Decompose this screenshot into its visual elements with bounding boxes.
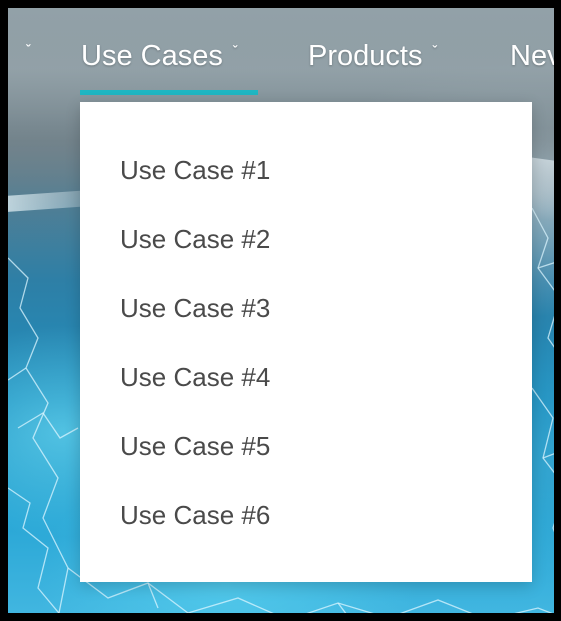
dropdown-item-use-case-5[interactable]: Use Case #5 xyxy=(120,426,270,466)
nav-item-products[interactable]: Products ˇ xyxy=(308,34,437,78)
dropdown-item-use-case-2[interactable]: Use Case #2 xyxy=(120,219,270,259)
nav-item-label: Use Cases xyxy=(81,39,223,72)
nav-item-label: Products xyxy=(308,39,423,72)
chevron-down-icon: ˇ xyxy=(232,42,238,58)
dropdown-item-use-case-6[interactable]: Use Case #6 xyxy=(120,495,270,535)
screenshot-frame: ˇ Use Cases ˇ Products ˇ Nev Use Case #1… xyxy=(0,0,561,621)
nav-item-label: Nev xyxy=(510,39,561,72)
use-cases-dropdown-menu: Use Case #1 Use Case #2 Use Case #3 Use … xyxy=(80,102,532,582)
active-tab-indicator xyxy=(80,90,258,95)
dropdown-item-use-case-3[interactable]: Use Case #3 xyxy=(120,288,270,328)
dropdown-item-use-case-1[interactable]: Use Case #1 xyxy=(120,150,270,190)
nav-item-use-cases[interactable]: Use Cases ˇ xyxy=(81,34,237,78)
nav-item-news[interactable]: Nev xyxy=(510,34,561,78)
chevron-down-icon[interactable]: ˇ xyxy=(26,42,30,57)
dropdown-item-use-case-4[interactable]: Use Case #4 xyxy=(120,357,270,397)
chevron-down-icon: ˇ xyxy=(432,42,437,58)
top-navigation: ˇ Use Cases ˇ Products ˇ Nev xyxy=(8,8,554,96)
